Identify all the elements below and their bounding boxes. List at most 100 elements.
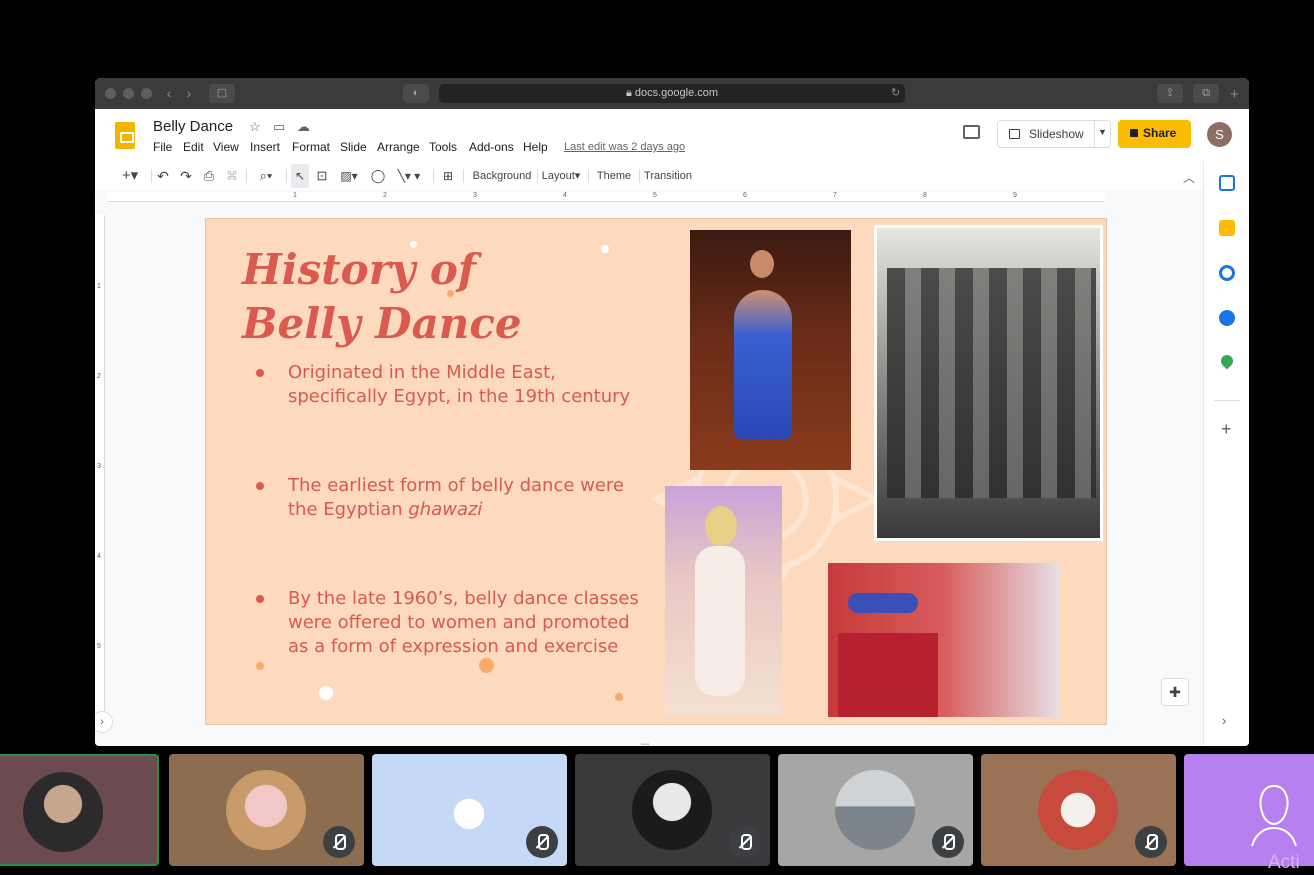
menu-slide[interactable]: Slide bbox=[340, 140, 367, 154]
transition-button[interactable]: Transition bbox=[643, 164, 693, 188]
menu-help[interactable]: Help bbox=[523, 140, 548, 154]
star-icon[interactable]: ☆ bbox=[249, 119, 261, 135]
participant-avatar bbox=[835, 770, 915, 850]
undo-icon[interactable]: ↶ bbox=[153, 164, 173, 188]
layout-button[interactable]: Layout▾ bbox=[541, 164, 581, 188]
document-title[interactable]: Belly Dance bbox=[153, 118, 233, 135]
close-window-button[interactable] bbox=[105, 88, 116, 99]
last-edit-link[interactable]: Last edit was 2 days ago bbox=[564, 141, 685, 153]
bullet-text-1[interactable]: Originated in the Middle East, specifica… bbox=[288, 361, 638, 409]
tabs-overview-icon[interactable]: ⧉ bbox=[1193, 84, 1219, 103]
background-button[interactable]: Background bbox=[469, 164, 535, 188]
text-box-icon[interactable]: ⊡ bbox=[313, 164, 331, 188]
line-icon[interactable]: ╲▾ ▾ bbox=[391, 164, 427, 188]
cloud-status-icon[interactable]: ☁ bbox=[297, 119, 310, 135]
lock-icon: 🔒︎ bbox=[625, 87, 635, 99]
new-slide-icon[interactable]: +▾ bbox=[115, 164, 145, 188]
participant-tile[interactable] bbox=[981, 754, 1176, 866]
participant-tile[interactable] bbox=[575, 754, 770, 866]
slide-title[interactable]: History of Belly Dance bbox=[242, 243, 582, 351]
new-tab-icon[interactable]: + bbox=[1230, 86, 1239, 103]
slideshow-button[interactable]: Slideshow ▼ bbox=[997, 120, 1111, 148]
dancer-blue-costume-photo[interactable] bbox=[690, 230, 851, 470]
ruler-number: 4 bbox=[97, 553, 101, 560]
maps-icon[interactable] bbox=[1218, 352, 1236, 370]
expand-panel-icon[interactable]: › bbox=[1222, 713, 1226, 728]
reload-icon[interactable]: ↻ bbox=[891, 86, 900, 99]
privacy-shield-icon[interactable]: ◐ bbox=[403, 84, 429, 103]
tasks-icon[interactable] bbox=[1219, 265, 1235, 281]
toolbar-divider bbox=[151, 169, 152, 183]
account-avatar[interactable]: S bbox=[1207, 122, 1232, 147]
back-icon[interactable]: ‹ bbox=[159, 85, 179, 102]
calendar-icon[interactable] bbox=[1219, 175, 1235, 191]
ruler-number: 1 bbox=[293, 192, 297, 199]
participant-tile[interactable]: Acti bbox=[1184, 754, 1314, 873]
menu-edit[interactable]: Edit bbox=[183, 140, 204, 154]
horizontal-ruler[interactable]: 1 2 3 4 5 6 7 8 9 bbox=[107, 192, 1105, 202]
vintage-dancers-bw-photo[interactable] bbox=[874, 225, 1103, 541]
comment-icon[interactable] bbox=[963, 125, 980, 139]
explore-icon[interactable]: ✚ bbox=[1161, 678, 1189, 706]
slide-canvas[interactable]: History of Belly Dance Originated in the… bbox=[205, 218, 1107, 725]
share-button[interactable]: Share bbox=[1118, 120, 1191, 148]
collapse-toolbar-icon[interactable]: ︿ bbox=[1183, 169, 1195, 186]
keep-icon[interactable] bbox=[1219, 220, 1235, 236]
menu-format[interactable]: Format bbox=[292, 140, 330, 154]
forward-icon[interactable]: › bbox=[179, 85, 199, 102]
present-icon bbox=[1009, 129, 1020, 139]
select-icon[interactable]: ↖ bbox=[291, 164, 309, 188]
docs-header: Belly Dance ☆ ▭ ☁ File Edit View Insert … bbox=[95, 109, 1249, 161]
menu-view[interactable]: View bbox=[213, 140, 239, 154]
move-folder-icon[interactable]: ▭ bbox=[273, 119, 285, 135]
chevron-down-icon[interactable]: ▼ bbox=[1098, 127, 1107, 137]
sidebar-toggle-icon[interactable]: ▢ bbox=[209, 84, 235, 103]
toolbar-divider bbox=[588, 169, 589, 183]
participant-tile[interactable] bbox=[778, 754, 973, 866]
bullet-text-3[interactable]: By the late 1960’s, belly dance classes … bbox=[288, 587, 648, 659]
menu-arrange[interactable]: Arrange bbox=[377, 140, 420, 154]
paint-format-icon[interactable]: ⌘ bbox=[222, 164, 242, 188]
toolbar-divider bbox=[433, 169, 434, 183]
participant-tile-self[interactable] bbox=[0, 754, 159, 866]
menu-tools[interactable]: Tools bbox=[429, 140, 457, 154]
share-page-icon[interactable]: ⇪ bbox=[1157, 84, 1183, 103]
activate-watermark: Acti bbox=[1268, 852, 1300, 873]
participant-tile[interactable] bbox=[372, 754, 567, 866]
contacts-icon[interactable] bbox=[1219, 310, 1235, 326]
image-icon[interactable]: ▨▾ bbox=[335, 164, 363, 188]
participant-avatar bbox=[632, 770, 712, 850]
zoom-icon[interactable]: ⌕▾ bbox=[251, 164, 281, 188]
resize-handle-icon[interactable]: ••• bbox=[641, 740, 649, 746]
address-bar[interactable]: 🔒︎ docs.google.com bbox=[439, 84, 905, 103]
bullet-text-2[interactable]: The earliest form of belly dance were th… bbox=[288, 474, 638, 522]
woman-with-swan-painting[interactable] bbox=[665, 486, 782, 716]
add-icon[interactable]: + bbox=[1221, 419, 1232, 440]
theme-button[interactable]: Theme bbox=[593, 164, 635, 188]
menu-file[interactable]: File bbox=[153, 140, 172, 154]
participant-tile[interactable] bbox=[169, 754, 364, 866]
mic-off-icon bbox=[1135, 826, 1167, 858]
mic-off-icon bbox=[729, 826, 761, 858]
print-icon[interactable]: ⎙ bbox=[199, 164, 219, 188]
side-panel: + › bbox=[1203, 161, 1249, 746]
vertical-ruler[interactable]: 1 2 3 4 5 bbox=[95, 215, 105, 720]
side-panel-divider bbox=[1214, 400, 1240, 401]
toolbar-divider bbox=[246, 169, 247, 183]
lock-icon bbox=[1130, 129, 1138, 137]
expand-filmstrip-icon[interactable]: › bbox=[95, 711, 113, 733]
minimize-window-button[interactable] bbox=[123, 88, 134, 99]
slides-logo-icon[interactable] bbox=[115, 122, 135, 149]
menu-addons[interactable]: Add-ons bbox=[469, 140, 514, 154]
red-skirts-parade-photo[interactable] bbox=[828, 563, 1060, 717]
browser-titlebar: ‹ › ▢ ◐ 🔒︎ docs.google.com ↻ ⇪ ⧉ + bbox=[95, 78, 1249, 109]
zoom-window-button[interactable] bbox=[141, 88, 152, 99]
decor-dot bbox=[615, 693, 623, 701]
toolbar-divider bbox=[537, 169, 538, 183]
menu-insert[interactable]: Insert bbox=[250, 140, 280, 154]
redo-icon[interactable]: ↷ bbox=[176, 164, 196, 188]
add-comment-icon[interactable]: ⊞ bbox=[439, 164, 457, 188]
url-text: docs.google.com bbox=[634, 87, 719, 99]
shape-icon[interactable]: ◯ bbox=[369, 164, 387, 188]
slideshow-label: Slideshow bbox=[1029, 127, 1084, 141]
